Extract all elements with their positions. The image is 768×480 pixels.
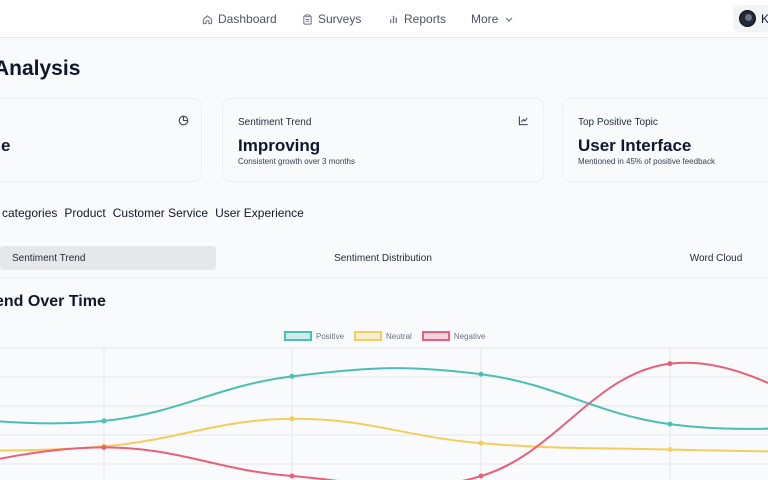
data-point-positive-1[interactable] — [101, 418, 107, 424]
data-point-negative-4[interactable] — [667, 361, 673, 367]
divider — [0, 277, 768, 278]
stat-card-sentiment-trend: Sentiment Trend Improving Consistent gro… — [222, 98, 544, 182]
data-point-negative-2[interactable] — [289, 473, 295, 479]
line-chart-icon — [518, 116, 528, 126]
nav-more-label: More — [471, 12, 499, 26]
data-point-negative-3[interactable] — [478, 473, 484, 479]
clipboard-icon — [303, 13, 312, 25]
legend-swatch-neutral — [354, 331, 383, 341]
legend-label: Neutral — [386, 331, 412, 341]
tab-label: Word Cloud — [689, 252, 743, 264]
user-menu-button[interactable]: K — [733, 5, 768, 32]
filter-product[interactable]: Product — [64, 206, 105, 220]
stat-card-top-topic: Top Positive Topic User Interface Mentio… — [562, 98, 768, 182]
bar-chart-icon — [390, 15, 397, 23]
tab-sentiment-distribution[interactable]: Sentiment Distribution — [216, 246, 550, 270]
data-point-neutral-2[interactable] — [289, 416, 295, 422]
top-navigation: Dashboard Surveys Reports More K — [0, 0, 768, 38]
legend-label: Positive — [316, 331, 345, 341]
home-icon — [202, 14, 213, 24]
data-point-neutral-4[interactable] — [667, 447, 673, 453]
nav-reports-label: Reports — [404, 12, 447, 26]
data-point-positive-4[interactable] — [667, 421, 673, 427]
pie-chart-icon — [178, 115, 189, 126]
card-subtitle: Consistent growth over 3 months — [238, 157, 355, 166]
legend-item-negative[interactable]: Negative — [421, 331, 486, 341]
legend-swatch-negative — [421, 331, 450, 341]
category-filters: l categories Product Customer Service Us… — [0, 206, 304, 220]
legend-swatch-positive — [284, 331, 312, 341]
card-value: Improving — [238, 136, 321, 155]
filter-customer-service[interactable]: Customer Service — [113, 206, 208, 220]
nav-surveys-label: Surveys — [318, 12, 362, 26]
nav-more[interactable]: More — [471, 0, 514, 38]
chart-tabs: Sentiment Trend Sentiment Distribution W… — [0, 246, 768, 270]
chart-legend: Positive Neutral Negative — [284, 331, 485, 341]
nav-dashboard-label: Dashboard — [218, 12, 277, 26]
stat-card-overall: e — [0, 98, 202, 182]
chart-title: end Over Time — [0, 293, 106, 310]
tab-word-cloud[interactable]: Word Cloud — [664, 246, 768, 270]
tab-label: Sentiment Trend — [12, 252, 86, 264]
card-subtitle: Mentioned in 45% of positive feedback — [578, 157, 715, 166]
sentiment-line-chart — [0, 347, 768, 480]
data-point-positive-3[interactable] — [478, 371, 484, 377]
legend-item-positive[interactable]: Positive — [284, 331, 344, 341]
tab-label: Sentiment Distribution — [334, 252, 432, 264]
nav-reports[interactable]: Reports — [388, 0, 446, 38]
card-title: Top Positive Topic — [578, 117, 658, 128]
card-value: e — [1, 136, 11, 155]
data-point-neutral-3[interactable] — [478, 440, 484, 446]
nav-dashboard[interactable]: Dashboard — [202, 0, 277, 38]
filter-all-categories[interactable]: l categories — [0, 206, 57, 220]
legend-item-neutral[interactable]: Neutral — [354, 331, 412, 341]
legend-label: Negative — [453, 331, 486, 341]
data-point-negative-1[interactable] — [101, 444, 107, 450]
filter-user-experience[interactable]: User Experience — [215, 206, 304, 220]
nav-surveys[interactable]: Surveys — [302, 0, 361, 38]
page-title: Analysis — [0, 57, 81, 80]
data-point-positive-2[interactable] — [289, 373, 295, 379]
avatar — [739, 10, 756, 27]
card-title: Sentiment Trend — [238, 117, 312, 128]
chevron-down-icon — [505, 17, 513, 22]
card-value: User Interface — [578, 136, 692, 155]
tab-sentiment-trend[interactable]: Sentiment Trend — [0, 246, 216, 270]
user-name: K — [761, 11, 768, 26]
